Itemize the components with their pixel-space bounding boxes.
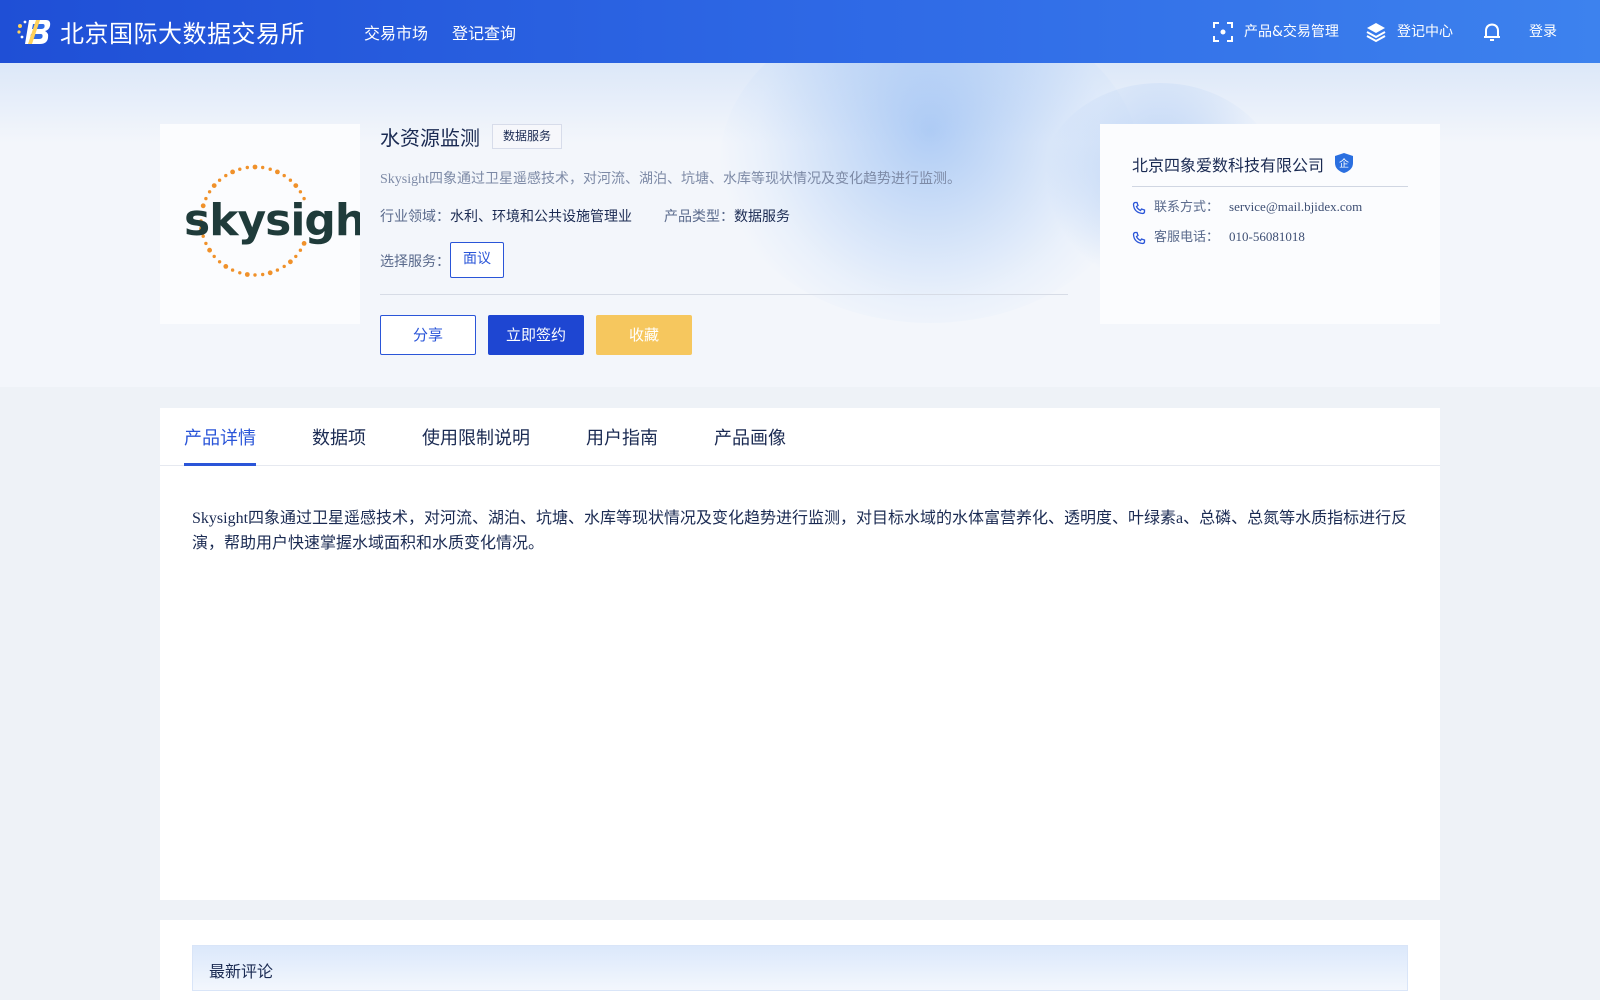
- service-phone[interactable]: 010-56081018: [1229, 229, 1305, 244]
- logo-sun-dot: [261, 165, 265, 170]
- logo-sun-dot: [212, 254, 216, 259]
- provider-divider: [1132, 186, 1408, 187]
- logo-wordmark: skysight: [184, 195, 360, 246]
- product-trade-management-link[interactable]: 产品&交易管理: [1244, 21, 1339, 41]
- comments-header: 最新评论: [192, 945, 1408, 991]
- tab-usage-restrictions[interactable]: 使用限制说明: [422, 424, 530, 450]
- logo-sun-dot: [238, 167, 242, 171]
- industry-field: 行业领域：水利、环境和公共设施管理业: [380, 206, 632, 226]
- tab-user-guide[interactable]: 用户指南: [586, 424, 658, 450]
- sign-now-button[interactable]: 立即签约: [488, 315, 584, 355]
- login-link[interactable]: 登录: [1529, 21, 1557, 41]
- tab-product-profile[interactable]: 产品画像: [714, 424, 786, 450]
- product-summary: Skysight四象通过卫星遥感技术，对河流、湖泊、坑塘、水库等现状情况及变化趋…: [380, 172, 962, 187]
- product-type-label: 产品类型：: [664, 210, 734, 225]
- product-logo-card: skysight: [160, 124, 387, 324]
- provider-name[interactable]: 北京四象爱数科技有限公司: [1132, 152, 1324, 176]
- logo-sun-dot: [293, 183, 299, 188]
- service-label: 选择服务：: [380, 255, 450, 270]
- industry-label: 行业领域：: [380, 210, 450, 225]
- logo-sun-dot: [261, 272, 265, 277]
- nav-registration-query[interactable]: 登记查询: [452, 20, 516, 44]
- comments-section: 最新评论: [160, 920, 1440, 1000]
- logo-sun-dot: [288, 259, 293, 265]
- tab-data-items[interactable]: 数据项: [312, 424, 366, 450]
- logo-sun-dot: [217, 260, 222, 264]
- logo-sun-dot: [224, 173, 228, 178]
- logo-sun-dot: [211, 183, 217, 188]
- logo-sun-dot: [288, 178, 293, 182]
- badge-text: 企: [1339, 157, 1349, 170]
- logo-sun-dot: [275, 169, 280, 175]
- logo-sun-dot: [282, 173, 286, 178]
- provider-card: 北京四象爱数科技有限公司 企 联系方式： service@mail.bjidex.…: [1100, 124, 1440, 324]
- scan-icon[interactable]: [1211, 20, 1235, 44]
- register-center-link[interactable]: 登记中心: [1397, 21, 1453, 41]
- tab-product-details[interactable]: 产品详情: [184, 424, 256, 450]
- top-navigation-bar: 北京国际大数据交易所 交易市场 登记查询 产品&交易管理 登记中心 登录: [0, 0, 1600, 63]
- contact-label: 联系方式：: [1154, 200, 1220, 215]
- logo-sun-dot: [268, 167, 272, 171]
- logo-sun-dot: [207, 190, 212, 194]
- nav-trading-market[interactable]: 交易市场: [364, 20, 428, 44]
- site-title[interactable]: 北京国际大数据交易所: [60, 14, 305, 49]
- logo-sun-dot: [252, 164, 258, 170]
- logo-sun-dot: [238, 271, 242, 275]
- product-type-field: 产品类型：数据服务: [664, 206, 790, 226]
- product-title: 水资源监测: [380, 126, 480, 150]
- logo-sun-dot: [298, 248, 303, 252]
- skysight-logo: skysight: [184, 164, 387, 277]
- logo-sun-dot: [217, 178, 222, 182]
- enterprise-verified-badge-icon: 企: [1335, 153, 1353, 173]
- contact-email-row: 联系方式： service@mail.bjidex.com: [1132, 196, 1362, 215]
- industry-value: 水利、环境和公共设施管理业: [450, 210, 632, 225]
- share-button[interactable]: 分享: [380, 315, 476, 355]
- logo-sun-dot: [267, 270, 273, 276]
- logo-sun-dot: [244, 272, 250, 277]
- logo-sun-dot: [298, 190, 303, 194]
- comments-title: 最新评论: [209, 962, 274, 981]
- phone-icon: [1132, 201, 1146, 215]
- bell-icon[interactable]: [1480, 20, 1504, 44]
- phone-icon: [1132, 231, 1146, 245]
- service-option-negotiable[interactable]: 面议: [450, 242, 504, 278]
- product-detail-card: 产品详情 数据项 使用限制说明 用户指南 产品画像 Skysight四象通过卫星…: [160, 408, 1440, 900]
- product-type-tag: 数据服务: [492, 124, 563, 149]
- favorite-button[interactable]: 收藏: [596, 315, 692, 355]
- product-detail-text: Skysight四象通过卫星遥感技术，对河流、湖泊、坑塘、水库等现状情况及变化趋…: [192, 510, 1408, 552]
- service-phone-row: 客服电话： 010-56081018: [1132, 226, 1305, 245]
- contact-email[interactable]: service@mail.bjidex.com: [1229, 199, 1362, 214]
- logo-sun-dot: [223, 264, 229, 269]
- logo-sun-dot: [275, 268, 280, 272]
- logo-sun-dot: [282, 264, 286, 269]
- active-tab-indicator: [184, 463, 256, 466]
- logo-sun-dot: [207, 247, 212, 253]
- logo-sun-dot: [230, 268, 235, 272]
- layers-icon[interactable]: [1364, 20, 1388, 44]
- detail-tabs: 产品详情 数据项 使用限制说明 用户指南 产品画像: [160, 408, 1440, 466]
- product-type-value: 数据服务: [734, 210, 790, 225]
- logo-sun-dot: [230, 169, 235, 175]
- phone-label: 客服电话：: [1154, 230, 1220, 245]
- hero-divider: [380, 294, 1068, 295]
- logo-sun-dot: [245, 165, 249, 170]
- logo-sun-dot: [253, 273, 257, 277]
- logo-sun-dot: [294, 254, 298, 259]
- exchange-logo-icon[interactable]: [16, 16, 52, 48]
